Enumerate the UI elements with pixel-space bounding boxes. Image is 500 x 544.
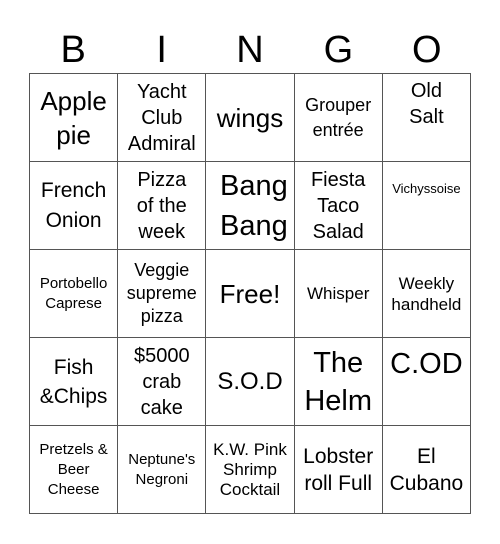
cell-text: Free!: [219, 278, 281, 309]
bingo-cell[interactable]: Apple pie: [30, 74, 119, 162]
cell-text: Pizza of the week: [136, 168, 187, 243]
bingo-cell[interactable]: Fish &Chips: [30, 338, 119, 426]
cell-text: Vichyssoise: [392, 181, 461, 196]
cell-text: Fish &Chips: [39, 355, 108, 408]
cell-text: El Cubano: [389, 444, 464, 495]
cell-text: Yacht Club Admiral: [127, 80, 196, 155]
cell-text: The Helm: [304, 346, 373, 417]
header-letter-i: I: [156, 29, 167, 71]
bingo-cell[interactable]: Vichyssoise: [382, 162, 471, 250]
cell-text: Weekly handheld: [391, 273, 462, 314]
bingo-cell[interactable]: Veggie supreme pizza: [118, 250, 207, 338]
bingo-cell[interactable]: Neptune's Negroni: [118, 426, 207, 514]
header-letter-g: G: [323, 29, 354, 71]
cell-text: Lobster roll Full: [303, 444, 374, 495]
cell-text: wings: [216, 102, 284, 133]
cell-text: Old Salt: [409, 80, 444, 128]
cell-text: Neptune's Negroni: [128, 450, 196, 488]
cell-text: Fiesta Taco Salad: [310, 168, 366, 243]
bingo-cell[interactable]: Free!: [206, 250, 295, 338]
bingo-cell[interactable]: Weekly handheld: [382, 250, 471, 338]
bingo-cell[interactable]: Pizza of the week: [118, 162, 207, 250]
bingo-cell[interactable]: Whisper: [294, 250, 383, 338]
bingo-grid: Apple pie Yacht Club Admiral wings Group…: [29, 73, 471, 514]
bingo-header: B I N G O: [29, 28, 471, 73]
bingo-cell[interactable]: Portobello Caprese: [30, 250, 119, 338]
header-letter-n: N: [236, 29, 264, 71]
cell-text: S.O.D: [217, 367, 283, 395]
bingo-cell[interactable]: French Onion: [30, 162, 119, 250]
cell-text: Apple pie: [40, 85, 107, 150]
bingo-cell[interactable]: Grouper entrée: [294, 74, 383, 162]
cell-text: C.OD: [390, 348, 463, 380]
bingo-cell[interactable]: The Helm: [294, 338, 383, 426]
bingo-cell[interactable]: El Cubano: [382, 426, 471, 514]
cell-text: Pretzels & Beer Cheese: [39, 440, 108, 498]
bingo-cell[interactable]: Bang Bang: [206, 162, 295, 250]
bingo-cell[interactable]: Lobster roll Full: [294, 426, 383, 514]
cell-text: French Onion: [40, 178, 107, 232]
header-letter-b: B: [60, 29, 86, 71]
cell-text: K.W. Pink Shrimp Cocktail: [213, 439, 287, 499]
cell-text: Grouper entrée: [305, 94, 372, 140]
bingo-cell[interactable]: Yacht Club Admiral: [118, 74, 207, 162]
bingo-cell[interactable]: Old Salt: [382, 74, 471, 162]
bingo-cell[interactable]: Pretzels & Beer Cheese: [30, 426, 119, 514]
cell-text: Bang Bang: [219, 169, 288, 242]
bingo-cell[interactable]: K.W. Pink Shrimp Cocktail: [206, 426, 295, 514]
cell-text: Veggie supreme pizza: [126, 260, 197, 326]
cell-text: Portobello Caprese: [39, 274, 108, 312]
bingo-cell[interactable]: S.O.D: [206, 338, 295, 426]
cell-text: $5000 crab cake: [133, 344, 190, 419]
header-letter-o: O: [412, 29, 442, 71]
bingo-cell[interactable]: $5000 crab cake: [118, 338, 207, 426]
bingo-cell[interactable]: Fiesta Taco Salad: [294, 162, 383, 250]
cell-text: Whisper: [307, 283, 370, 303]
bingo-cell[interactable]: C.OD: [382, 338, 471, 426]
bingo-cell[interactable]: wings: [206, 74, 295, 162]
